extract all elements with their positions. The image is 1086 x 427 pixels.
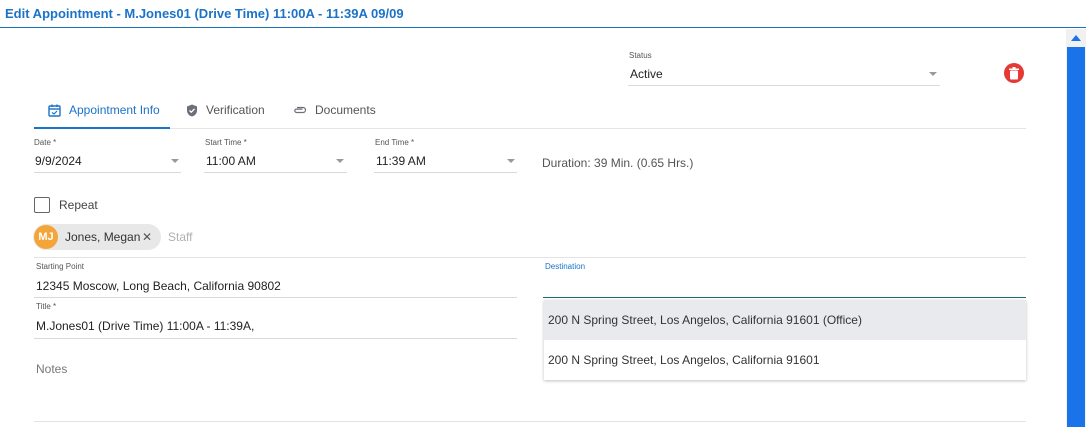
starting-point-label: Starting Point <box>36 262 85 271</box>
repeat-label: Repeat <box>59 198 98 212</box>
status-label: Status <box>629 51 652 60</box>
avatar: MJ <box>34 225 58 249</box>
start-time-label: Start Time * <box>205 138 247 147</box>
status-value: Active <box>630 67 663 81</box>
destination-input[interactable] <box>543 274 1026 296</box>
chevron-down-icon <box>507 159 515 163</box>
chevron-down-icon <box>929 72 937 76</box>
date-value: 9/9/2024 <box>35 154 82 168</box>
shield-check-icon <box>187 104 197 116</box>
staff-divider <box>34 257 1026 258</box>
calendar-check-icon <box>48 104 61 117</box>
tab-verification[interactable]: Verification <box>186 92 265 128</box>
dialog-title: Edit Appointment - M.Jones01 (Drive Time… <box>5 6 404 21</box>
end-time-underline <box>374 172 517 173</box>
starting-point-field[interactable]: 12345 Moscow, Long Beach, California 908… <box>36 279 281 293</box>
destination-label: Destination <box>545 262 586 271</box>
notes-field[interactable]: Notes <box>36 362 67 376</box>
start-time-value: 11:00 AM <box>206 154 256 168</box>
paperclip-icon <box>294 106 307 114</box>
destination-option[interactable]: 200 N Spring Street, Los Angelos, Califo… <box>544 300 1026 340</box>
scrollbar-thumb[interactable] <box>1067 47 1085 427</box>
dialog-title-bar: Edit Appointment - M.Jones01 (Drive Time… <box>0 0 1086 28</box>
destination-dropdown: 200 N Spring Street, Los Angelos, Califo… <box>544 300 1026 380</box>
tab-label: Documents <box>315 103 376 117</box>
scroll-up-arrow-icon[interactable] <box>1071 35 1081 41</box>
trash-icon <box>1009 66 1019 79</box>
title-label: Title * <box>36 302 57 311</box>
end-time-label: End Time * <box>375 138 415 147</box>
scrollbar[interactable] <box>1066 29 1086 427</box>
staff-input[interactable]: Staff <box>168 230 192 244</box>
tab-bar: Appointment Info Verification Documents <box>34 92 1026 129</box>
staff-chip-name: Jones, Megan <box>65 230 141 244</box>
start-time-underline <box>204 172 347 173</box>
starting-point-underline <box>34 297 517 298</box>
destination-option[interactable]: 200 N Spring Street, Los Angelos, Califo… <box>544 340 1026 380</box>
duration-text: Duration: 39 Min. (0.65 Hrs.) <box>542 156 694 170</box>
tab-label: Verification <box>206 103 265 117</box>
date-label: Date * <box>34 138 57 147</box>
repeat-checkbox[interactable] <box>34 197 50 213</box>
notes-underline <box>34 421 1026 422</box>
title-field[interactable]: M.Jones01 (Drive Time) 11:00A - 11:39A, <box>36 319 254 333</box>
end-time-value: 11:39 AM <box>376 154 426 168</box>
active-tab-indicator <box>34 127 170 129</box>
tab-label: Appointment Info <box>69 103 160 117</box>
destination-underline <box>543 297 1026 298</box>
tab-appointment-info[interactable]: Appointment Info <box>48 92 160 128</box>
status-underline <box>628 85 940 86</box>
delete-button[interactable] <box>1004 63 1024 83</box>
staff-chip: MJ Jones, Megan ✕ <box>33 224 161 250</box>
title-underline <box>34 338 517 339</box>
close-icon[interactable]: ✕ <box>142 230 152 244</box>
tab-documents[interactable]: Documents <box>293 92 376 128</box>
chevron-down-icon <box>171 159 179 163</box>
chevron-down-icon <box>336 159 344 163</box>
date-underline <box>34 172 181 173</box>
